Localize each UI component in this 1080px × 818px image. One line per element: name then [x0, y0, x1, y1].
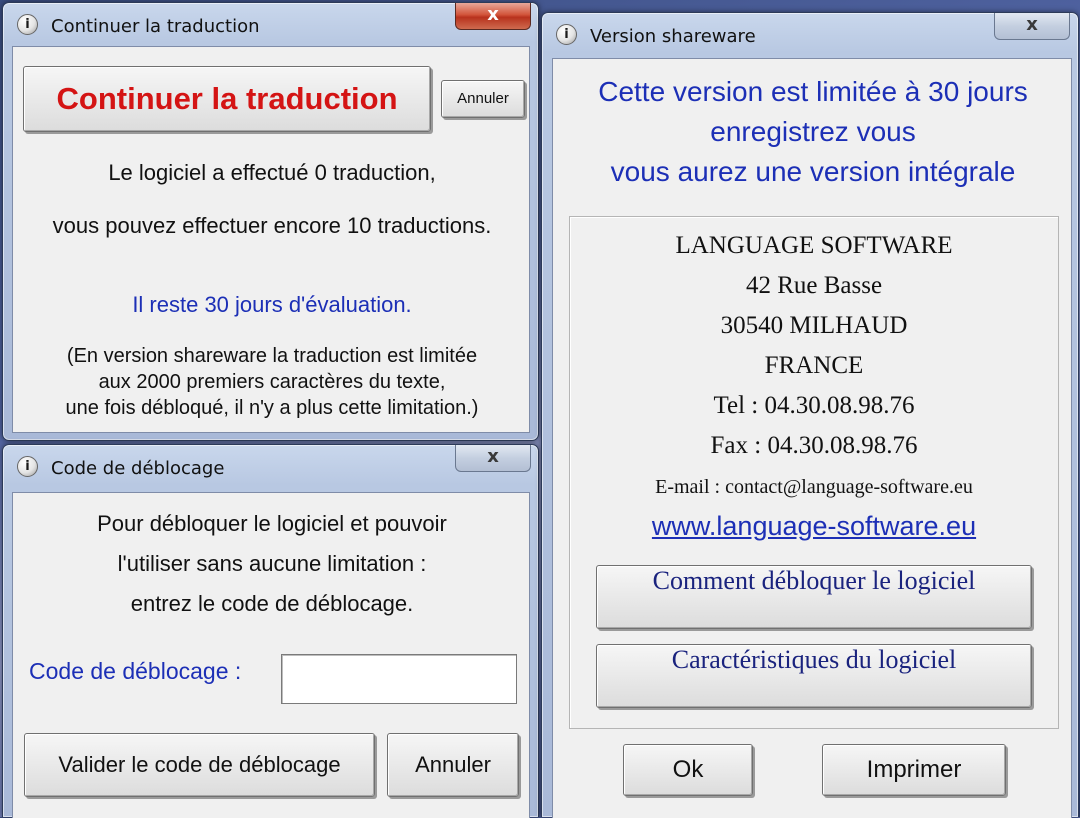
shareware-note-line1: (En version shareware la traduction est …	[66, 345, 478, 367]
unlock-code-input[interactable]	[281, 654, 517, 704]
company-name: LANGUAGE SOFTWARE	[675, 232, 953, 259]
unlock-code-window: i Code de déblocage x Pour débloquer le …	[2, 444, 539, 818]
info-icon: i	[17, 14, 38, 35]
register-headline: enregistrez vous	[710, 116, 916, 147]
limit-headline: Cette version est limitée à 30 jours	[598, 76, 1028, 107]
cancel-button[interactable]: Annuler	[441, 80, 525, 118]
shareware-window-client: Cette version est limitée à 30 jours enr…	[552, 58, 1072, 818]
fax: Fax : 04.30.08.98.76	[710, 432, 918, 459]
close-button[interactable]: x	[994, 13, 1070, 40]
website-link[interactable]: www.language-software.eu	[570, 511, 1058, 542]
close-button[interactable]: x	[455, 3, 531, 30]
unlock-window-titlebar[interactable]: i Code de déblocage x	[3, 445, 538, 489]
unlock-code-label: Code de déblocage :	[29, 658, 242, 684]
info-icon: i	[17, 456, 38, 477]
translations-done-text: Le logiciel a effectué 0 traduction,	[108, 160, 436, 185]
unlock-window-client: Pour débloquer le logiciel et pouvoir l'…	[12, 492, 530, 818]
unlock-instructions-line1: Pour débloquer le logiciel et pouvoir	[97, 511, 447, 536]
shareware-note-line2: aux 2000 premiers caractères du texte,	[98, 371, 446, 393]
email: E-mail : contact@language-software.eu	[655, 476, 973, 498]
unlock-instructions-line2: l'utiliser sans aucune limitation :	[117, 551, 427, 576]
shareware-window-titlebar[interactable]: i Version shareware x	[542, 13, 1078, 57]
shareware-version-window: i Version shareware x Cette version est …	[541, 12, 1079, 818]
translations-remaining-text: vous pouvez effectuer encore 10 traducti…	[52, 213, 492, 238]
software-features-button[interactable]: Caractéristiques du logiciel	[596, 644, 1032, 708]
country: FRANCE	[764, 352, 864, 379]
shareware-note-line3: une fois débloqué, il n'y a plus cette l…	[65, 397, 479, 419]
unlock-instructions-line3: entrez le code de déblocage.	[130, 591, 414, 616]
window-title: Version shareware	[590, 26, 756, 47]
continue-window-client: Continuer la traduction Annuler Le logic…	[12, 46, 530, 433]
continue-window-titlebar[interactable]: i Continuer la traduction x	[3, 3, 538, 47]
continue-translation-button[interactable]: Continuer la traduction	[23, 66, 431, 132]
info-icon: i	[556, 24, 577, 45]
window-title: Continuer la traduction	[51, 16, 260, 37]
telephone: Tel : 04.30.08.98.76	[713, 392, 915, 419]
cancel-button[interactable]: Annuler	[387, 733, 519, 797]
window-title: Code de déblocage	[51, 458, 225, 479]
street-address: 42 Rue Basse	[745, 272, 883, 299]
full-version-headline: vous aurez une version intégrale	[610, 156, 1016, 187]
how-to-unlock-button[interactable]: Comment débloquer le logiciel	[596, 565, 1032, 629]
city-address: 30540 MILHAUD	[720, 312, 908, 339]
close-button[interactable]: x	[455, 445, 531, 472]
days-left-text: Il reste 30 jours d'évaluation.	[132, 292, 412, 317]
print-button[interactable]: Imprimer	[822, 744, 1006, 796]
continue-translation-window: i Continuer la traduction x Continuer la…	[2, 2, 539, 441]
validate-unlock-code-button[interactable]: Valider le code de déblocage	[24, 733, 375, 797]
ok-button[interactable]: Ok	[623, 744, 753, 796]
contact-panel: LANGUAGE SOFTWARE 42 Rue Basse 30540 MIL…	[569, 216, 1059, 729]
